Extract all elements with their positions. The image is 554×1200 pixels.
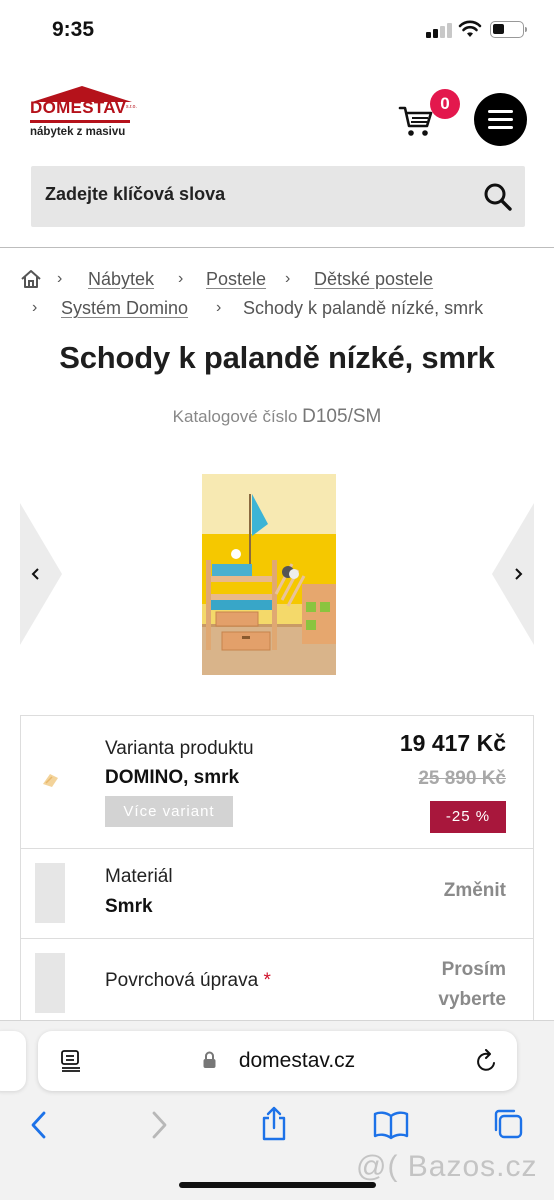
material-thumbnail [35, 863, 65, 923]
search-icon[interactable] [483, 182, 513, 212]
surface-label: Povrchová úprava * [105, 970, 271, 992]
forward-icon[interactable] [148, 1110, 170, 1140]
wifi-icon [458, 20, 482, 37]
discount-badge: -25 % [430, 801, 506, 833]
old-price: 25 890 Kč [418, 768, 506, 789]
gallery-next-button[interactable] [492, 503, 534, 645]
cart-count-badge: 0 [430, 89, 460, 119]
cellular-signal-icon [426, 22, 454, 38]
watermark: @( Bazos.cz [356, 1150, 538, 1183]
breadcrumb-link-detske-postele[interactable]: Dětské postele [314, 269, 433, 290]
material-value: Smrk [105, 896, 153, 917]
reload-icon[interactable] [476, 1049, 498, 1073]
catalog-number: Katalogové číslo D105/SM [0, 406, 554, 428]
search-input[interactable]: Zadejte klíčová slova [45, 184, 225, 205]
variant-label: Varianta produktu [105, 738, 254, 759]
material-label: Materiál [105, 866, 173, 887]
breadcrumb-chevron-icon: › [32, 299, 38, 316]
breadcrumb-current: Schody k palandě nízké, smrk [243, 298, 484, 318]
site-logo[interactable]: DOMESTAV s.r.o. nábytek z masivu [30, 84, 140, 144]
catalog-value: D105/SM [302, 406, 382, 427]
back-icon[interactable] [28, 1110, 50, 1140]
breadcrumb-chevron-icon: › [285, 270, 291, 287]
search-bar[interactable]: Zadejte klíčová slova [31, 166, 525, 227]
url-text[interactable]: domestav.cz [20, 1049, 554, 1073]
logo-suffix: s.r.o. [126, 104, 137, 110]
tabs-icon[interactable] [492, 1108, 524, 1140]
breadcrumb-link-postele[interactable]: Postele [206, 269, 266, 290]
more-variants-button[interactable]: Více variant [105, 796, 233, 827]
cart-icon[interactable] [398, 104, 434, 138]
bookmarks-icon[interactable] [373, 1110, 409, 1140]
home-indicator[interactable] [179, 1182, 376, 1188]
header-divider [0, 247, 554, 248]
product-image[interactable] [202, 474, 336, 675]
home-icon[interactable] [20, 269, 42, 289]
row-divider [20, 848, 534, 849]
breadcrumb-chevron-icon: › [216, 299, 222, 316]
status-time: 9:35 [52, 18, 95, 41]
required-marker: * [263, 970, 271, 991]
share-icon[interactable] [259, 1106, 289, 1142]
breadcrumb-chevron-icon: › [178, 270, 184, 287]
logo-underline [30, 120, 130, 123]
breadcrumb-link-system-domino[interactable]: Systém Domino [61, 298, 188, 319]
breadcrumb-chevron-icon: › [57, 270, 63, 287]
current-price: 19 417 Kč [399, 730, 506, 756]
surface-label-text: Povrchová úprava [105, 970, 259, 991]
menu-button[interactable] [474, 93, 527, 146]
material-change-button[interactable]: Změnit [444, 880, 506, 902]
catalog-label: Katalogové číslo [172, 407, 298, 426]
page-title: Schody k palandě nízké, smrk [59, 340, 495, 375]
gallery-prev-button[interactable] [20, 503, 62, 645]
battery-icon [490, 21, 527, 38]
status-bar: 9:35 [0, 0, 554, 60]
surface-thumbnail [35, 953, 65, 1013]
logo-tagline: nábytek z masivu [30, 126, 126, 138]
row-divider [20, 938, 534, 939]
breadcrumb-link-nabytek[interactable]: Nábytek [88, 269, 154, 290]
variant-thumbnail [43, 774, 58, 787]
logo-name: DOMESTAV [30, 98, 127, 117]
surface-select-button[interactable]: Prosím vyberte [386, 955, 506, 1015]
variant-value: DOMINO, smrk [105, 767, 240, 788]
